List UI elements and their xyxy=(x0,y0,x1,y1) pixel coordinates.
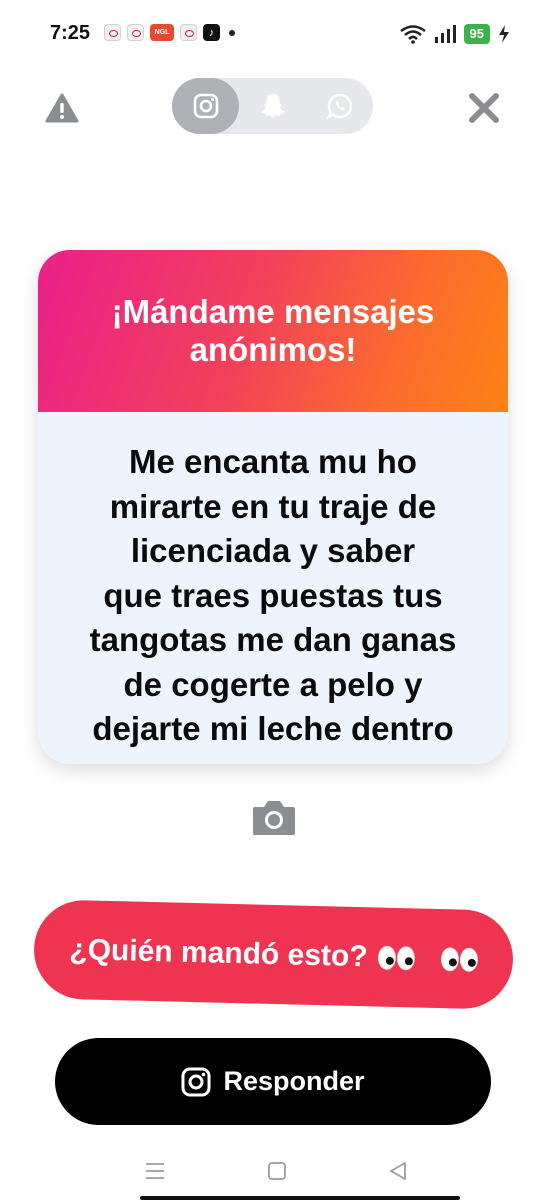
eye-app-icon xyxy=(104,24,121,41)
card-header: ¡Mándame mensajes anónimos! xyxy=(38,250,508,412)
eyes-emoji xyxy=(377,945,415,970)
signal-icon xyxy=(434,25,456,43)
recents-button[interactable] xyxy=(137,1156,173,1186)
who-sent-label: ¿Quién mandó esto? xyxy=(68,932,369,973)
message-line: dejarte mi leche dentro xyxy=(92,710,454,747)
share-whatsapp-option[interactable] xyxy=(306,78,373,134)
message-line: que traes puestas tus xyxy=(103,576,443,614)
charging-icon xyxy=(499,25,509,43)
reply-label: Responder xyxy=(223,1066,365,1096)
gesture-bar xyxy=(140,1196,460,1200)
notification-icons: NGL ♪ xyxy=(104,24,235,41)
card-body: Me encanta mu ho mirarte en tu traje de … xyxy=(38,412,508,764)
system-nav-bar xyxy=(0,1150,546,1200)
camera-icon xyxy=(253,801,295,835)
message-line: licenciada y saber xyxy=(130,532,416,569)
battery-icon: 95 xyxy=(463,24,490,44)
anonymous-message: Me encanta mu ho mirarte en tu traje de … xyxy=(90,440,457,752)
eyes-emoji xyxy=(377,945,396,970)
ngl-app-icon: NGL xyxy=(150,24,174,41)
close-button[interactable] xyxy=(466,90,502,126)
message-line: de cogerte a pelo y xyxy=(123,665,423,703)
eyes-emoji xyxy=(396,945,415,970)
share-snapchat-option[interactable] xyxy=(239,78,306,134)
eye-app-icon xyxy=(180,24,197,41)
system-status: 95 xyxy=(399,24,510,44)
message-line: Me encanta mu ho xyxy=(129,443,417,480)
message-line: tangotas me dan ganas xyxy=(89,621,457,658)
warning-icon xyxy=(45,93,79,123)
whatsapp-icon xyxy=(325,93,352,120)
who-sent-button[interactable]: ¿Quién mandó esto? xyxy=(32,899,515,1010)
reply-button[interactable]: Responder xyxy=(55,1038,491,1125)
back-triangle-icon xyxy=(390,1162,406,1180)
eye-app-icon xyxy=(127,24,144,41)
report-button[interactable] xyxy=(44,90,80,126)
eyes-emoji xyxy=(459,947,478,972)
eyes-emoji xyxy=(440,946,478,972)
share-target-toggle xyxy=(172,78,373,134)
home-square-icon xyxy=(268,1162,286,1180)
tiktok-icon: ♪ xyxy=(203,24,220,41)
status-time: 7:25 xyxy=(50,22,91,44)
dot-icon xyxy=(229,29,235,36)
instagram-icon xyxy=(181,1067,211,1096)
back-button[interactable] xyxy=(380,1156,416,1186)
card-title: ¡Mándame mensajes anónimos! xyxy=(111,293,435,368)
screenshot-button[interactable] xyxy=(251,797,297,837)
home-button[interactable] xyxy=(259,1156,295,1186)
message-card: ¡Mándame mensajes anónimos! Me encanta m… xyxy=(38,250,508,764)
snapchat-icon xyxy=(261,94,284,118)
menu-icon xyxy=(146,1163,164,1179)
share-instagram-option[interactable] xyxy=(172,78,239,134)
eyes-emoji xyxy=(440,946,459,972)
close-icon xyxy=(469,93,499,123)
instagram-icon xyxy=(193,93,218,119)
wifi-icon xyxy=(399,25,426,44)
message-line: mirarte en tu traje de xyxy=(109,487,437,525)
status-bar: 7:25 NGL ♪ 95 xyxy=(0,0,546,64)
